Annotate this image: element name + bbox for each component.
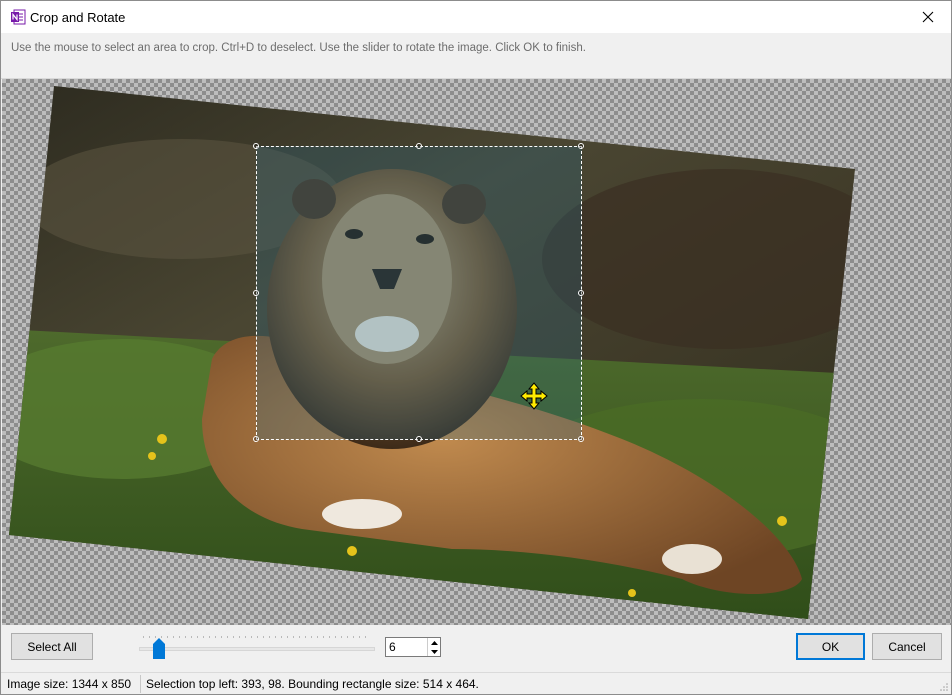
cancel-button[interactable]: Cancel bbox=[872, 633, 942, 660]
handle-bottom-right[interactable] bbox=[578, 436, 584, 442]
image-size-status: Image size: 1344 x 850 bbox=[7, 677, 132, 691]
handle-top-right[interactable] bbox=[578, 143, 584, 149]
ok-button[interactable]: OK bbox=[796, 633, 865, 660]
rotation-slider-track[interactable] bbox=[139, 647, 375, 651]
chevron-down-icon bbox=[430, 649, 438, 654]
image-canvas[interactable] bbox=[2, 79, 951, 625]
rotation-value[interactable]: 6 bbox=[389, 640, 396, 654]
title-bar: Crop and Rotate bbox=[1, 1, 951, 33]
move-cursor-icon bbox=[520, 382, 548, 410]
window-title: Crop and Rotate bbox=[30, 10, 126, 25]
instructions-panel: Use the mouse to select an area to crop.… bbox=[1, 33, 951, 79]
handle-bottom-left[interactable] bbox=[253, 436, 259, 442]
status-divider bbox=[140, 675, 141, 693]
rotation-spinner[interactable]: 6 bbox=[385, 637, 441, 657]
spin-down-button[interactable] bbox=[428, 647, 440, 656]
slider-ticks bbox=[143, 636, 371, 638]
instructions-text: Use the mouse to select an area to crop.… bbox=[11, 42, 586, 54]
app-icon bbox=[11, 9, 26, 25]
handle-middle-right[interactable] bbox=[578, 290, 584, 296]
close-button[interactable] bbox=[905, 1, 951, 33]
handle-middle-left[interactable] bbox=[253, 290, 259, 296]
handle-top-left[interactable] bbox=[253, 143, 259, 149]
spin-up-button[interactable] bbox=[428, 638, 440, 647]
status-bar: Image size: 1344 x 850 Selection top lef… bbox=[1, 672, 951, 694]
select-all-button[interactable]: Select All bbox=[11, 633, 93, 660]
selection-status: Selection top left: 393, 98. Bounding re… bbox=[146, 677, 479, 691]
handle-bottom-middle[interactable] bbox=[416, 436, 422, 442]
spinner-arrows bbox=[427, 638, 440, 656]
rotation-slider-thumb[interactable] bbox=[153, 638, 166, 659]
close-icon bbox=[922, 11, 934, 23]
chevron-up-icon bbox=[430, 640, 438, 645]
resize-grip-icon[interactable] bbox=[939, 682, 949, 692]
crop-rotate-dialog: Crop and Rotate Use the mouse to select … bbox=[0, 0, 952, 695]
controls-bar: Select All 6 OK Cancel bbox=[1, 625, 951, 671]
handle-top-middle[interactable] bbox=[416, 143, 422, 149]
